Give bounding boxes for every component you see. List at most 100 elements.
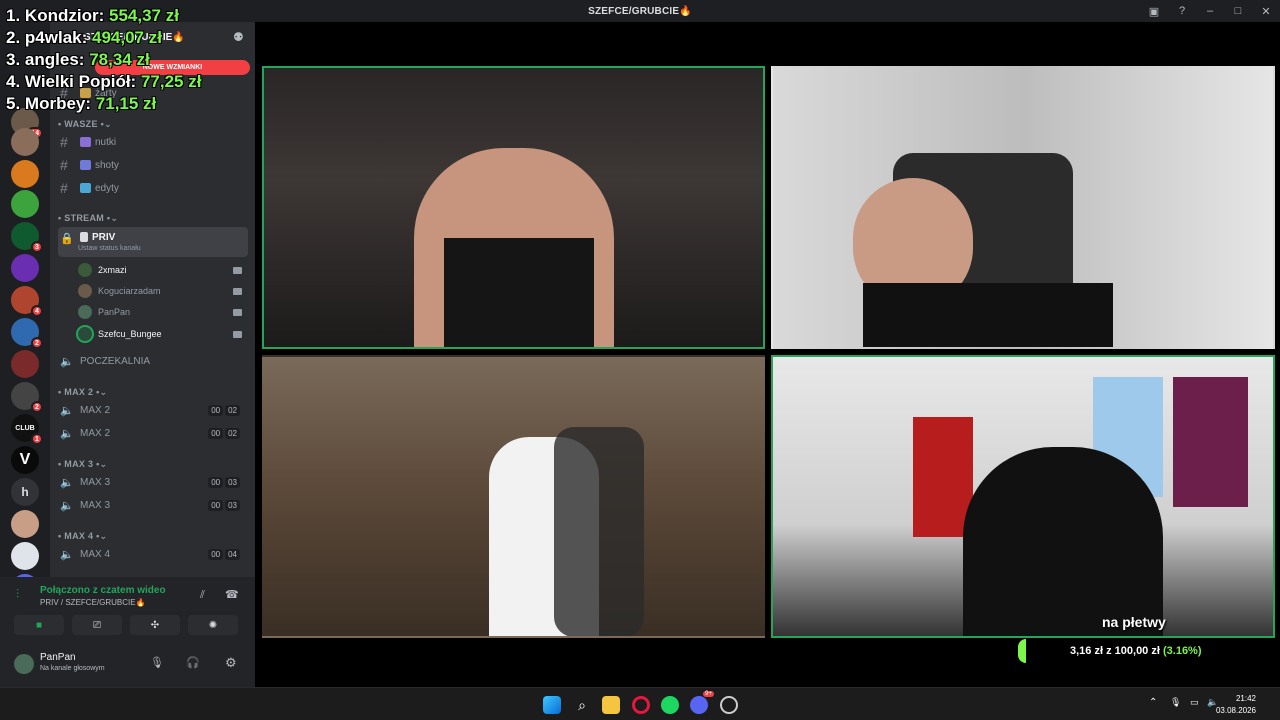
voice-user[interactable]: Koguciarzadam [78,281,248,301]
avatar [78,305,92,319]
channel-status[interactable]: Ustaw status kanału [78,245,141,252]
speaker-icon: 🔈 [60,427,74,440]
server-icon[interactable]: 4 [11,286,43,317]
maximize-button[interactable]: □ [1224,5,1252,17]
chevron-up-icon[interactable]: ⌃ [1149,697,1157,708]
user-limit: 00 03 [208,476,240,488]
channel-edyty[interactable]: # edyty [58,178,248,198]
add-member-icon[interactable]: ⚉ [233,30,244,44]
server-icon[interactable]: V [11,446,39,474]
notification-badge: 2 [31,337,43,349]
camera-icon [233,308,242,316]
channel-poczekalnia[interactable]: 🔈 POCZEKALNIA [58,351,248,371]
minimize-button[interactable]: – [1196,5,1224,17]
disconnect-icon[interactable]: ☎ [225,588,239,601]
soundboard-icon: ✺ [208,619,218,631]
server-icon[interactable]: 2 [11,382,43,413]
user-limit: 00 02 [208,404,240,416]
channel-max2[interactable]: 🔈 MAX 2 00 02 [58,400,248,420]
noise-suppression-icon[interactable]: ⫽ [200,589,205,602]
server-icon[interactable] [11,190,39,218]
category-stream[interactable]: • STREAM •⌄ [58,213,118,224]
microphone-icon[interactable]: 🎙 [150,656,164,669]
hash-icon: # [60,180,68,196]
soundboard-button[interactable]: ✺ [188,615,238,635]
camera-icon [233,266,242,274]
server-icon[interactable]: 3 [11,222,43,253]
channel-nutki[interactable]: # nutki [58,132,248,152]
avatar [78,327,92,341]
voice-connected-label[interactable]: Połączono z czatem wideo [40,585,166,596]
server-icon[interactable]: CLUB 1 [11,414,43,445]
server-icon[interactable] [11,160,39,188]
category-max2[interactable]: • MAX 2 •⌄ [58,387,107,398]
server-icon[interactable] [11,350,39,378]
category-max3[interactable]: • MAX 3 •⌄ [58,459,107,470]
donation-leaderboard: 1. Kondzior: 554,37 zł 2. p4wlak: 494,07… [6,6,201,116]
notification-badge: 4 [31,305,43,317]
screen-share-button[interactable]: ⎚ [72,615,122,635]
voice-user[interactable]: Szefcu_Bungee [78,324,248,344]
server-icon[interactable]: h [11,478,39,506]
channel-max3[interactable]: 🔈 MAX 3 00 03 [58,472,248,492]
channel-priv[interactable]: 🔒 PRIV Ustaw status kanału [58,227,248,257]
speaker-icon: 🔈 [60,476,74,489]
video-tile-3[interactable] [262,355,765,638]
voice-user[interactable]: 2xmazi [78,260,248,280]
microphone-icon[interactable]: 🎙 [1170,697,1181,708]
settings-icon[interactable]: ⚙ [225,655,237,671]
server-icon[interactable] [11,510,39,538]
close-button[interactable]: ✕ [1252,5,1280,18]
speaker-icon: 🔈 [60,548,74,561]
activities-button[interactable]: ✣ [130,615,180,635]
opera-icon[interactable] [632,696,650,714]
hash-icon: # [60,134,68,150]
donation-goal-text: 3,16 zł z 100,00 zł (3.16%) [1070,645,1202,657]
video-tile-2[interactable] [771,66,1275,349]
user-limit: 00 02 [208,427,240,439]
server-icon[interactable] [11,542,39,570]
headphones-icon[interactable]: 🎧 [186,656,200,669]
server-icon[interactable] [11,254,39,282]
obs-icon[interactable] [720,696,738,714]
channel-shoty[interactable]: # shoty [58,155,248,175]
channel-max4[interactable]: 🔈 MAX 4 00 04 [58,544,248,564]
windows-start-icon[interactable] [543,696,561,714]
category-max4[interactable]: • MAX 4 •⌄ [58,531,107,542]
avatar[interactable] [14,654,34,674]
voice-user[interactable]: PanPan [78,302,248,322]
discord-icon[interactable]: 9+ [690,691,714,714]
video-tile-1[interactable] [262,66,765,349]
search-icon[interactable]: ⌕ [573,696,591,714]
voice-connection-panel: ⫶ Połączono z czatem wideo PRIV / SZEFCE… [0,577,255,687]
channel-max3[interactable]: 🔈 MAX 3 00 03 [58,495,248,515]
speaker-icon: 🔈 [60,404,74,417]
notification-badge: 3 [31,241,43,253]
shirt [863,283,1113,347]
category-wasze[interactable]: • WASZE •⌄ [58,119,112,130]
camera-button[interactable]: ■ [14,615,64,635]
taskbar: ⌕ 9+ ⌃ 🎙 ▭ 🔈 21:42 03.08.2026 [0,687,1280,720]
network-icon[interactable]: ▭ [1190,697,1199,708]
speaker-icon [80,232,88,242]
camera-icon [233,287,242,295]
server-icon[interactable] [11,128,39,156]
screen-share-icon: ⎚ [93,619,101,631]
server-icon[interactable]: 2 [11,318,43,349]
leaderboard-row: 5. Morbey: 71,15 zł [6,94,157,113]
avatar [78,263,92,277]
voice-channel-label[interactable]: PRIV / SZEFCE/GRUBCIE🔥 [40,598,146,607]
spotify-icon[interactable] [661,696,679,714]
signal-icon[interactable]: ⫶ [16,587,19,602]
user-limit: 00 04 [208,548,240,560]
channel-max2[interactable]: 🔈 MAX 2 00 02 [58,423,248,443]
system-clock[interactable]: 21:42 03.08.2026 [1216,693,1256,717]
camera-icon [233,330,242,338]
activities-icon: ✣ [150,619,160,631]
emoji-icon [80,160,91,170]
file-explorer-icon[interactable] [602,696,620,714]
help-icon[interactable]: ? [1168,5,1196,17]
inbox-icon[interactable]: ▣ [1140,5,1168,18]
video-tile-4[interactable] [771,355,1275,638]
leaderboard-row: 1. Kondzior: 554,37 zł [6,6,179,25]
